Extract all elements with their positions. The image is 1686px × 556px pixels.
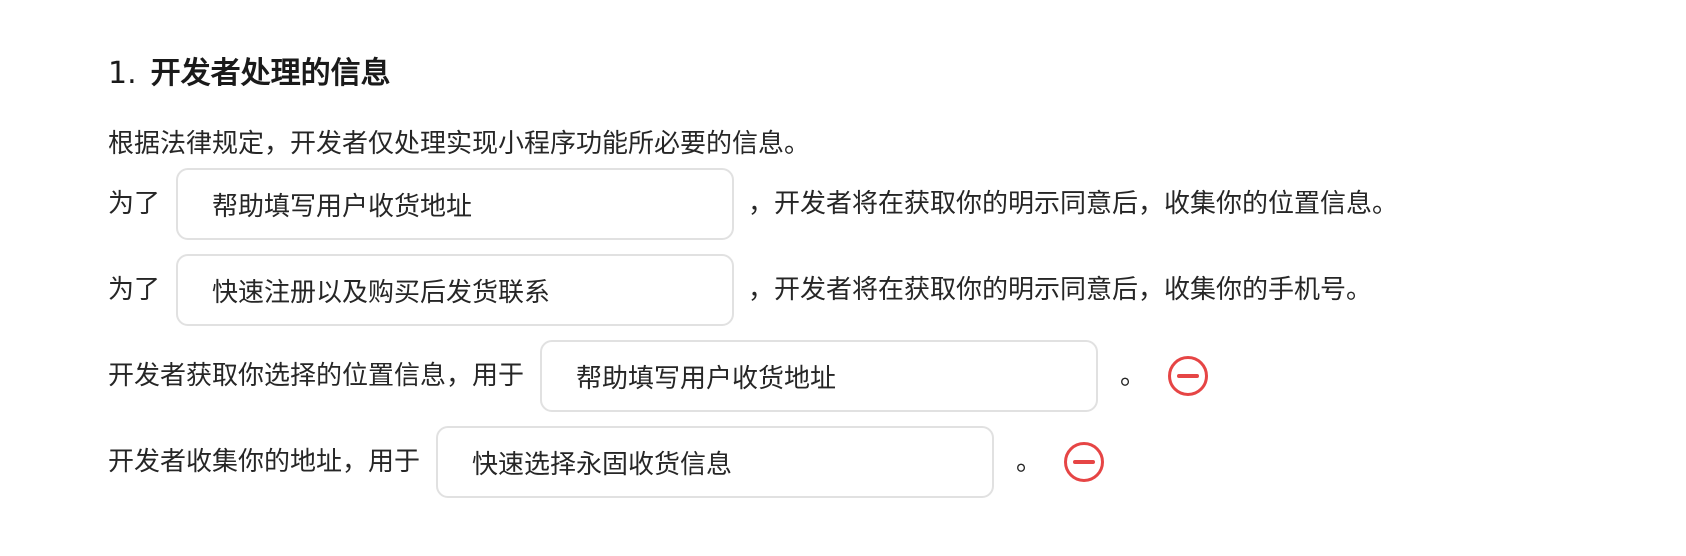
row-suffix: 。 xyxy=(1016,447,1043,477)
minus-bar xyxy=(1073,460,1096,464)
minus-bar xyxy=(1177,374,1200,378)
remove-circle-icon[interactable] xyxy=(1064,442,1105,482)
section-description: 根据法律规定，开发者仅处理实现小程序功能所必要的信息。 xyxy=(108,129,811,159)
info-row-selected-location: 开发者获取你选择的位置信息，用于 帮助填写用户收货地址 。 xyxy=(108,340,1209,412)
row-prefix: 为了 xyxy=(108,275,161,305)
purpose-input[interactable]: 帮助填写用户收货地址 xyxy=(540,340,1099,412)
row-suffix: ，开发者将在获取你的明示同意后，收集你的手机号。 xyxy=(748,275,1373,305)
remove-circle-icon[interactable] xyxy=(1168,356,1209,396)
row-prefix: 开发者获取你选择的位置信息，用于 xyxy=(108,361,525,391)
purpose-input[interactable]: 快速选择永固收货信息 xyxy=(436,426,995,498)
purpose-input[interactable]: 帮助填写用户收货地址 xyxy=(176,168,735,240)
section-title: 1. 开发者处理的信息 xyxy=(108,52,391,96)
purpose-input[interactable]: 快速注册以及购买后发货联系 xyxy=(176,254,735,326)
row-suffix: 。 xyxy=(1120,361,1147,391)
info-row-phone: 为了 快速注册以及购买后发货联系 ，开发者将在获取你的明示同意后，收集你的手机号… xyxy=(108,254,1372,326)
section-number: 1. xyxy=(108,56,137,91)
row-prefix: 为了 xyxy=(108,189,161,219)
section-title-text: 开发者处理的信息 xyxy=(150,56,391,91)
row-suffix: ，开发者将在获取你的明示同意后，收集你的位置信息。 xyxy=(748,189,1399,219)
info-row-address: 开发者收集你的地址，用于 快速选择永固收货信息 。 xyxy=(108,426,1105,498)
info-row-location: 为了 帮助填写用户收货地址 ，开发者将在获取你的明示同意后，收集你的位置信息。 xyxy=(108,168,1398,240)
row-prefix: 开发者收集你的地址，用于 xyxy=(108,447,421,477)
privacy-info-section: 1. 开发者处理的信息 根据法律规定，开发者仅处理实现小程序功能所必要的信息。 为… xyxy=(108,0,1648,556)
